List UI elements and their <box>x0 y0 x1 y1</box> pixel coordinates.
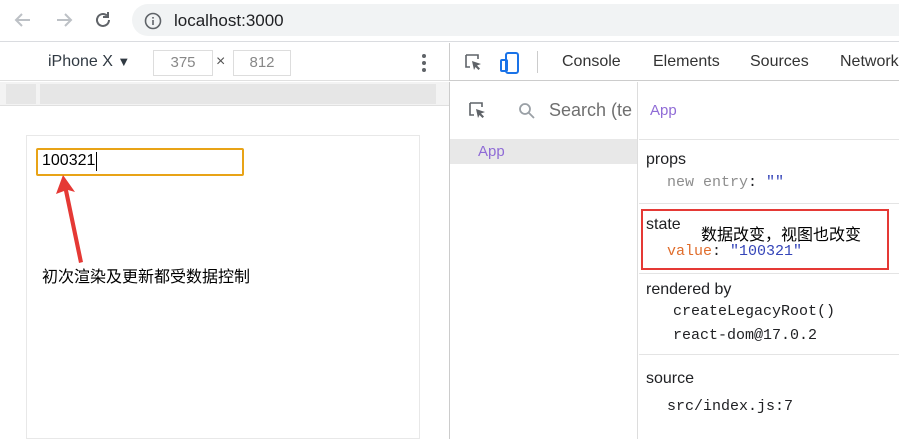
back-button[interactable] <box>9 6 37 34</box>
select-element-icon[interactable] <box>468 101 488 121</box>
divider <box>639 203 899 204</box>
device-mode-icon[interactable] <box>500 51 522 75</box>
tree-item-label: App <box>478 143 505 160</box>
props-title: props <box>646 151 687 168</box>
more-vert-icon[interactable] <box>415 51 433 75</box>
divider <box>639 139 899 140</box>
device-name: iPhone X <box>48 53 113 70</box>
annotation-left-text: 初次渲染及更新都受数据控制 <box>42 269 251 286</box>
media-query-ruler <box>0 82 449 106</box>
prop-key: new entry <box>667 174 749 191</box>
annotation-arrow <box>56 175 83 263</box>
selected-component-name: App <box>650 102 677 119</box>
tree-item-app[interactable]: App <box>450 140 637 164</box>
component-search-bar: Search (te <box>450 82 637 140</box>
reload-icon <box>96 12 110 27</box>
prop-colon: : <box>748 174 758 191</box>
source-title: source <box>646 370 695 387</box>
tab-console[interactable]: Console <box>562 53 621 71</box>
device-toolbar: iPhone X ▼ 375 × 812 <box>0 43 449 81</box>
height-input[interactable]: 812 <box>233 50 291 76</box>
dimension-separator: × <box>216 53 226 70</box>
tab-sources[interactable]: Sources <box>750 53 809 71</box>
toolbar-divider <box>537 51 538 73</box>
address-bar[interactable]: localhost:3000 <box>132 4 899 36</box>
annotation-right-text: 数据改变，视图也改变 <box>701 227 862 244</box>
browser-toolbar: localhost:3000 <box>0 0 899 42</box>
components-tree-panel: Search (te App <box>449 82 638 439</box>
prop-value: "" <box>766 174 785 191</box>
prop-row[interactable]: new entry: "" <box>667 174 784 191</box>
divider <box>639 273 899 274</box>
divider <box>639 354 899 355</box>
search-icon <box>519 103 535 119</box>
info-icon[interactable] <box>144 12 162 30</box>
reload-button[interactable] <box>89 6 117 34</box>
rendered-by-item: react-dom@17.0.2 <box>673 327 818 344</box>
tab-elements[interactable]: Elements <box>653 53 720 71</box>
arrow-left-icon <box>14 13 30 27</box>
tab-network[interactable]: Network <box>840 53 899 71</box>
inspect-icon[interactable] <box>464 53 484 73</box>
arrow-right-icon <box>57 13 73 27</box>
devtools-tab-bar: Console Elements Sources Network <box>449 43 899 81</box>
caret-down-icon: ▼ <box>117 54 131 69</box>
text-caret <box>96 152 97 171</box>
ruler-segment[interactable] <box>6 84 36 104</box>
url-text: localhost:3000 <box>174 11 284 30</box>
rendered-by-title: rendered by <box>646 281 732 298</box>
device-select[interactable]: iPhone X ▼ <box>48 53 130 71</box>
width-input[interactable]: 375 <box>153 50 213 76</box>
source-location[interactable]: src/index.js:7 <box>667 398 793 415</box>
forward-button[interactable] <box>50 6 78 34</box>
component-search-input[interactable]: Search (te <box>549 100 632 121</box>
rendered-by-item[interactable]: createLegacyRoot() <box>673 303 835 320</box>
ruler-segment[interactable] <box>40 84 436 104</box>
